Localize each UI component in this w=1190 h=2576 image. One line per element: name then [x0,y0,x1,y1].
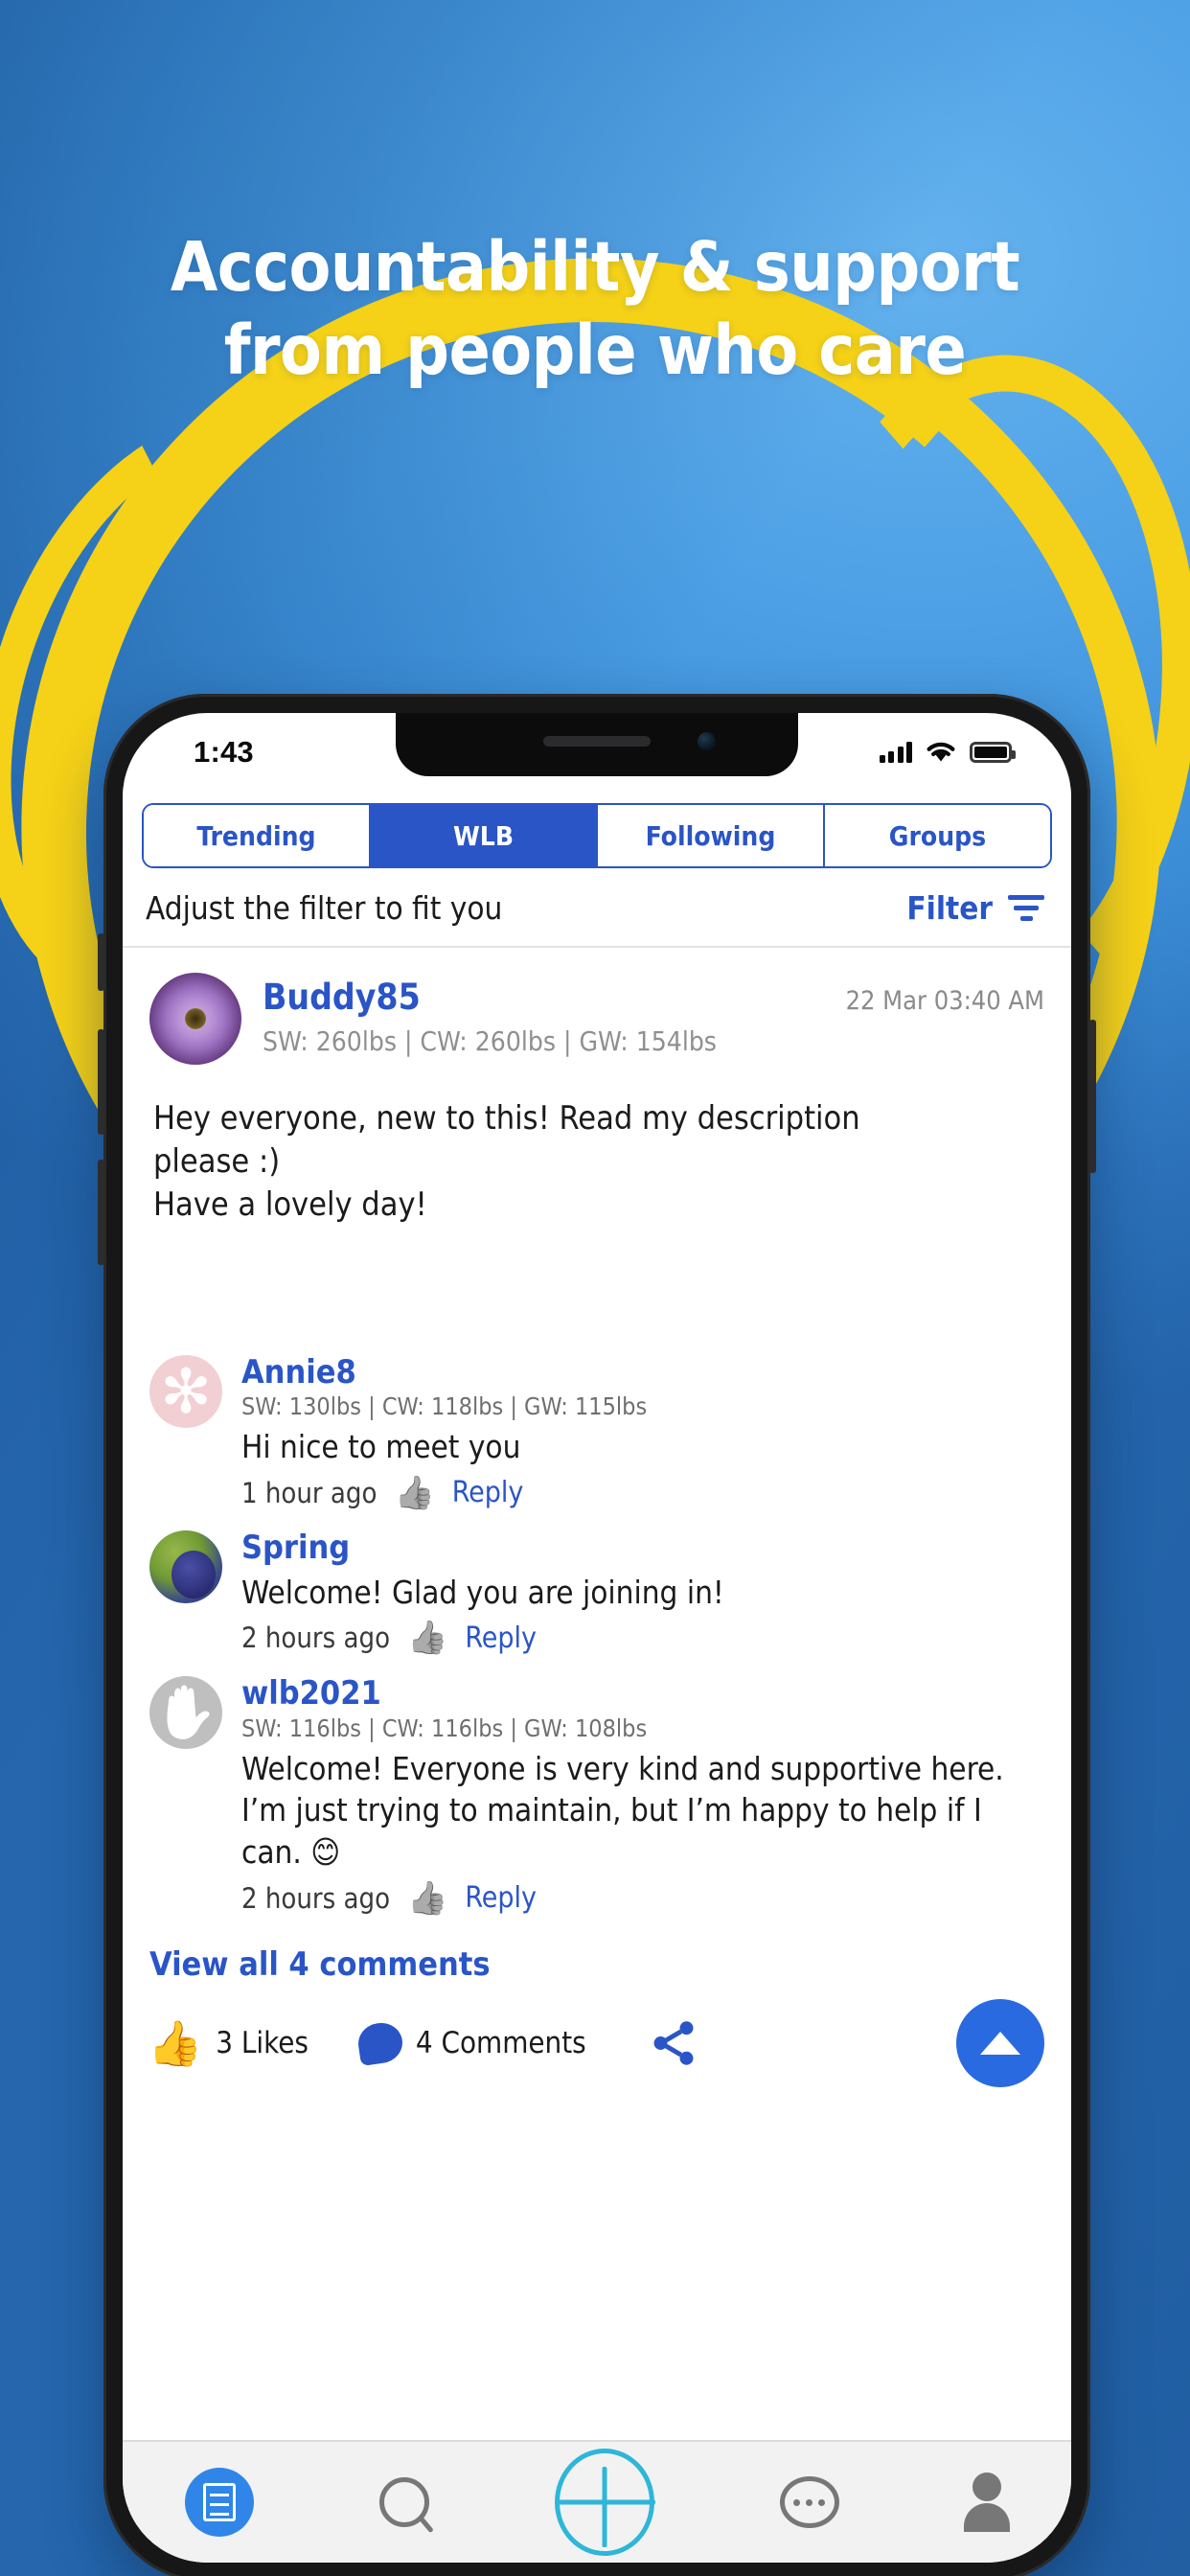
wifi-icon [927,742,955,761]
status-icons [879,742,1016,764]
comment-author-stats: SW: 130lbs | CW: 118lbs | GW: 115lbs [241,1392,648,1421]
phone-screen: 1:43 Trending WLB Following Groups Adjus… [123,713,1071,2563]
comment-footer: 1 hour ago 👍 Reply [241,1476,1044,1509]
comment-time: 2 hours ago [241,1622,391,1655]
comment-author-name[interactable]: Spring [241,1530,1044,1566]
post-body-line-1: Hey everyone, new to this! Read my descr… [153,1099,860,1138]
nav-item-search[interactable] [379,2477,430,2527]
list-item: Spring Welcome! Glad you are joining in!… [123,1515,1071,1661]
comment-author-name[interactable]: Annie8 [241,1354,1044,1391]
like-button[interactable]: 👍 3 Likes [148,2021,309,2065]
profile-icon [965,2472,1009,2532]
view-all-comments-link[interactable]: View all 4 comments [123,1920,1071,1984]
post-feed: Buddy85 22 Mar 03:40 AM SW: 260lbs | CW:… [123,948,1071,2088]
nav-item-more[interactable] [779,2476,839,2528]
battery-full-icon [970,742,1016,763]
phone-volume-down-button [98,1160,104,1265]
earpiece-speaker [543,736,651,747]
filter-button-label: Filter [906,889,993,927]
phone-volume-up-button [98,1029,104,1135]
chandelier-avatar[interactable] [149,1354,222,1428]
add-post-icon [554,2449,654,2556]
berry-avatar[interactable] [149,1530,222,1604]
comment-author-stats: SW: 116lbs | CW: 116lbs | GW: 108lbs [241,1714,648,1742]
filter-icon [1008,895,1044,921]
thumbs-up-icon[interactable]: 👍 [407,1882,447,1915]
post-action-bar: 👍 3 Likes 4 Comments [123,1984,1071,2088]
post-body-line-2: please :) [153,1141,281,1181]
comment-time: 2 hours ago [241,1881,391,1915]
post-author-row: Buddy85 22 Mar 03:40 AM [263,977,1044,1018]
list-item: Annie8 SW: 130lbs | CW: 118lbs | GW: 115… [123,1340,1071,1516]
comment-text: Welcome! Glad you are joining in! [241,1573,724,1611]
hand-avatar[interactable] [149,1675,222,1749]
filter-button[interactable]: Filter [906,889,1044,927]
comments-button[interactable]: 4 Comments [355,2020,586,2067]
comment-text: Welcome! Everyone is very kind and suppo… [241,1749,1004,1872]
front-camera-icon [698,732,716,750]
post-author-name[interactable]: Buddy85 [263,977,421,1018]
phone-power-button [1089,1020,1096,1173]
thumbs-up-icon: 👍 [148,2018,203,2069]
post-meta: Buddy85 22 Mar 03:40 AM SW: 260lbs | CW:… [241,973,1044,1065]
feed-tab-bar[interactable]: Trending WLB Following Groups [142,803,1052,868]
tab-following[interactable]: Following [598,805,825,866]
comment-body: Annie8 SW: 130lbs | CW: 118lbs | GW: 115… [222,1354,1044,1509]
post-header: Buddy85 22 Mar 03:40 AM SW: 260lbs | CW:… [123,948,1071,1065]
promo-headline: Accountability & support from people who… [0,226,1190,392]
comment-reply-button[interactable]: Reply [465,1881,537,1915]
phone-notch [396,713,798,776]
phone-mockup: 1:43 Trending WLB Following Groups Adjus… [98,694,1096,2576]
headline-line-2: from people who care [223,310,967,390]
thumbs-up-icon[interactable]: 👍 [407,1622,447,1654]
comment-author-name[interactable]: wlb2021 [241,1676,1044,1712]
comment-list: Annie8 SW: 130lbs | CW: 118lbs | GW: 115… [123,1340,1071,1921]
feed-icon [185,2468,255,2537]
post-author-stats: SW: 260lbs | CW: 260lbs | GW: 154lbs [263,1025,717,1057]
flower-avatar[interactable] [149,973,241,1065]
comment-time: 1 hour ago [241,1476,378,1509]
status-clock: 1:43 [194,735,254,769]
comment-footer: 2 hours ago 👍 Reply [241,1622,1044,1655]
filter-hint-text: Adjust the filter to fit you [146,889,503,927]
comment-text: Hi nice to meet you [241,1428,521,1466]
signal-bars-icon [879,742,912,763]
comment-footer: 2 hours ago 👍 Reply [241,1881,1044,1915]
share-icon[interactable] [648,2017,699,2069]
phone-mute-switch [98,933,104,991]
tab-trending[interactable]: Trending [144,805,371,866]
thumbs-up-icon[interactable]: 👍 [394,1477,434,1509]
headline-line-1: Accountability & support [170,227,1020,307]
comment-reply-button[interactable]: Reply [465,1622,537,1655]
nav-item-add[interactable] [554,2449,654,2556]
post-timestamp: 22 Mar 03:40 AM [845,986,1044,1016]
comment-bubble-icon [355,2020,405,2067]
more-icon [779,2476,839,2528]
filter-row: Adjust the filter to fit you Filter [123,868,1071,948]
post-body: Hey everyone, new to this! Read my descr… [123,1065,1071,1227]
comment-body: Spring Welcome! Glad you are joining in!… [222,1530,1044,1655]
search-icon [379,2477,430,2527]
nav-item-profile[interactable] [965,2472,1009,2532]
app-content: Trending WLB Following Groups Adjust the… [123,776,1071,2563]
tab-wlb[interactable]: WLB [371,805,598,866]
post-body-line-3: Have a lovely day! [153,1184,427,1224]
comment-reply-button[interactable]: Reply [452,1476,524,1509]
nav-item-feed[interactable] [185,2468,255,2537]
scroll-to-top-icon[interactable] [956,1999,1044,2088]
bottom-navigation-bar [123,2440,1071,2563]
tab-groups[interactable]: Groups [825,805,1050,866]
comment-body: wlb2021 SW: 116lbs | CW: 116lbs | GW: 10… [222,1676,1044,1916]
comments-count-label: 4 Comments [415,2026,586,2061]
list-item: wlb2021 SW: 116lbs | CW: 116lbs | GW: 10… [123,1661,1071,1920]
likes-count-label: 3 Likes [216,2026,309,2061]
